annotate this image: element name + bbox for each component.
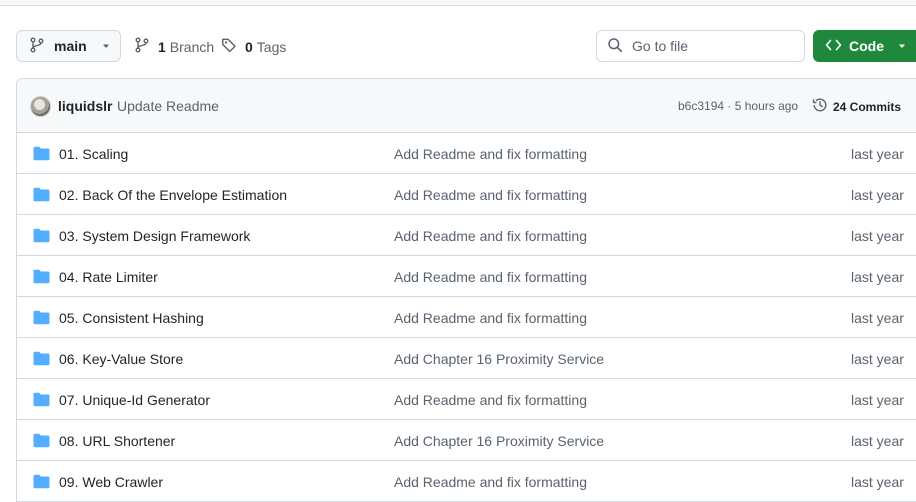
file-commit-date: last year [851,474,904,490]
file-commit-message[interactable]: Add Chapter 16 Proximity Service [394,433,604,449]
folder-icon [33,392,50,410]
tags-link[interactable]: 0 Tags [221,37,286,56]
file-commit-date: last year [851,187,904,203]
folder-icon [33,310,50,328]
top-divider [0,0,916,6]
commit-message[interactable]: Update Readme [117,98,219,114]
file-commit-message[interactable]: Add Readme and fix formatting [394,392,587,408]
tag-icon [221,37,237,56]
file-commit-date: last year [851,392,904,408]
code-icon [825,37,842,56]
file-name-link[interactable]: 03. System Design Framework [59,228,250,244]
file-commit-date: last year [851,351,904,367]
file-name-link[interactable]: 01. Scaling [59,146,128,162]
table-row[interactable]: 05. Consistent Hashing Add Readme and fix… [17,297,916,338]
folder-icon [33,269,50,287]
file-name-link[interactable]: 07. Unique-Id Generator [59,392,210,408]
table-row[interactable]: 01. Scaling Add Readme and fix formatting… [17,133,916,174]
commits-count-label: 24 Commits [833,99,902,114]
table-row[interactable]: 06. Key-Value Store Add Chapter 16 Proxim… [17,338,916,379]
file-commit-message[interactable]: Add Readme and fix formatting [394,187,587,203]
code-button[interactable]: Code [813,30,916,62]
file-commit-message[interactable]: Add Readme and fix formatting [394,228,587,244]
file-commit-message[interactable]: Add Readme and fix formatting [394,474,587,490]
folder-icon [33,474,50,492]
table-row[interactable]: 07. Unique-Id Generator Add Readme and fi… [17,379,916,420]
commit-hash-time[interactable]: b6c3194 · 5 hours ago [678,99,798,113]
branches-link[interactable]: 1 Branch [134,37,214,56]
file-commit-date: last year [851,228,904,244]
table-row[interactable]: 02. Back Of the Envelope Estimation Add R… [17,174,916,215]
branch-selector-button[interactable]: main [16,30,121,62]
folder-icon [33,146,50,164]
file-commit-date: last year [851,146,904,162]
file-name-link[interactable]: 09. Web Crawler [59,474,163,490]
file-name-link[interactable]: 04. Rate Limiter [59,269,158,285]
history-icon [812,97,828,116]
branches-label: Branch [169,38,215,55]
file-commit-message[interactable]: Add Readme and fix formatting [394,146,587,162]
commit-author[interactable]: liquidslr [58,98,112,114]
commits-history-link[interactable]: 24 Commits [812,97,901,116]
code-button-label: Code [849,38,884,54]
file-commit-date: last year [851,310,904,326]
latest-commit-bar: liquidslr Update Readme b6c3194 · 5 hour… [17,79,916,133]
tags-label: Tags [256,38,287,55]
folder-icon [33,187,50,205]
file-name-link[interactable]: 08. URL Shortener [59,433,175,449]
caret-down-icon [897,38,907,54]
file-name-link[interactable]: 06. Key-Value Store [59,351,183,367]
file-name-link[interactable]: 05. Consistent Hashing [59,310,204,326]
git-branch-icon [134,37,150,56]
file-list-table: liquidslr Update Readme b6c3194 · 5 hour… [16,78,916,502]
file-commit-date: last year [851,433,904,449]
table-row[interactable]: 09. Web Crawler Add Readme and fix format… [17,461,916,502]
folder-icon [33,228,50,246]
branch-name: main [54,38,87,54]
table-row[interactable]: 04. Rate Limiter Add Readme and fix forma… [17,256,916,297]
caret-down-icon [101,38,111,54]
avatar[interactable] [30,96,51,117]
tags-count: 0 [245,38,253,55]
table-row[interactable]: 08. URL Shortener Add Chapter 16 Proximit… [17,420,916,461]
search-icon [607,37,623,56]
git-branch-icon [29,37,45,56]
file-commit-message[interactable]: Add Chapter 16 Proximity Service [394,351,604,367]
file-commit-date: last year [851,269,904,285]
go-to-file-input[interactable]: Go to file [596,30,805,62]
file-commit-message[interactable]: Add Readme and fix formatting [394,310,587,326]
go-to-file-placeholder: Go to file [632,38,689,54]
branches-count: 1 [158,38,166,55]
folder-icon [33,351,50,369]
file-commit-message[interactable]: Add Readme and fix formatting [394,269,587,285]
file-name-link[interactable]: 02. Back Of the Envelope Estimation [59,187,287,203]
table-row[interactable]: 03. System Design Framework Add Readme an… [17,215,916,256]
folder-icon [33,433,50,451]
